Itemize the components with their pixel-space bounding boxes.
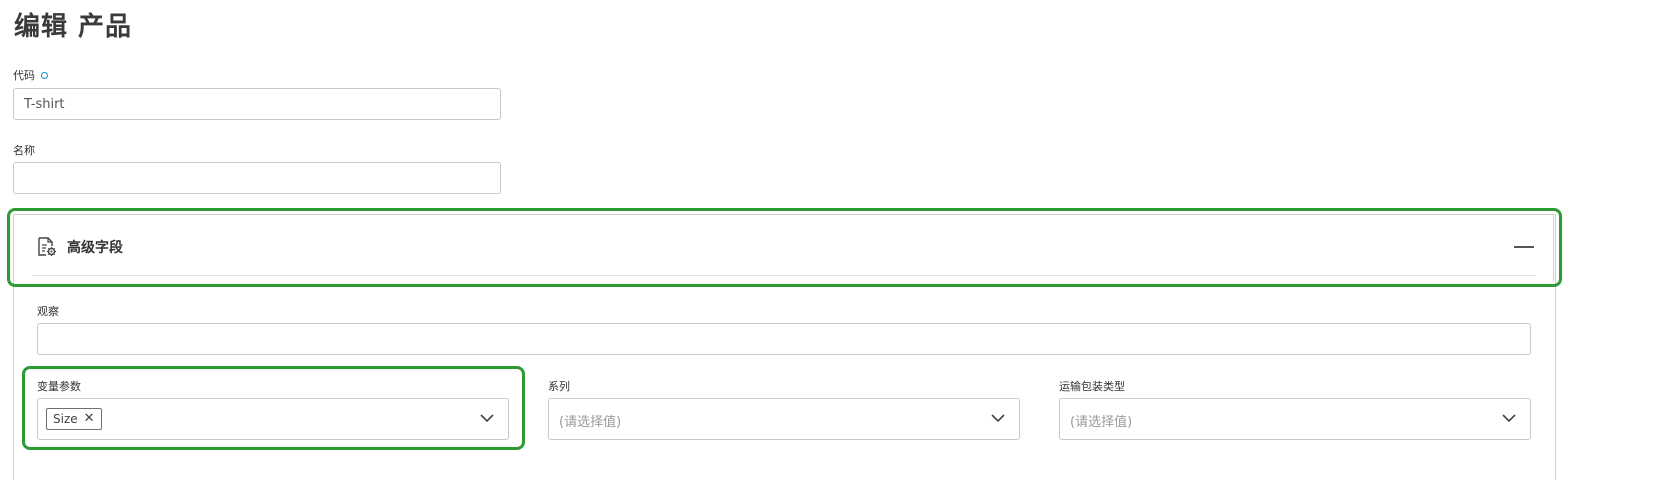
name-input[interactable] xyxy=(13,162,501,194)
series-label: 系列 xyxy=(548,380,570,393)
advanced-fields-header[interactable] xyxy=(13,214,1554,282)
tag-label: Size xyxy=(53,412,78,426)
shipping-package-type-select[interactable]: (请选择值) xyxy=(1059,398,1531,440)
tag-remove-icon[interactable]: ✕ xyxy=(84,409,95,429)
code-label-text: 代码 xyxy=(13,69,35,82)
name-label: 名称 xyxy=(13,144,35,157)
chevron-down-icon xyxy=(480,414,494,423)
series-placeholder: (请选择值) xyxy=(559,415,622,430)
edit-product-page: 编辑 产品 代码 名称 高级字段 观察 变量参数 Size ✕ 系列 xyxy=(0,0,1666,480)
shipping-package-type-placeholder: (请选择值) xyxy=(1070,415,1133,430)
page-title: 编辑 产品 xyxy=(14,12,133,42)
chevron-down-icon xyxy=(1502,414,1516,423)
advanced-fields-title: 高级字段 xyxy=(67,240,123,256)
observation-input[interactable] xyxy=(37,323,1531,355)
collapse-minus-icon[interactable] xyxy=(1512,235,1538,257)
chevron-down-icon xyxy=(991,414,1005,423)
observation-label: 观察 xyxy=(37,305,59,318)
document-gear-icon xyxy=(38,237,56,256)
header-divider xyxy=(32,275,1536,276)
tag-size: Size ✕ xyxy=(46,408,102,430)
variant-params-label: 变量参数 xyxy=(37,380,81,393)
variant-params-select[interactable]: Size ✕ xyxy=(37,398,509,440)
code-label: 代码 xyxy=(13,67,48,83)
series-select[interactable]: (请选择值) xyxy=(548,398,1020,440)
shipping-package-type-label: 运输包装类型 xyxy=(1059,380,1125,393)
code-input[interactable] xyxy=(13,88,501,120)
required-indicator-icon xyxy=(41,71,48,79)
